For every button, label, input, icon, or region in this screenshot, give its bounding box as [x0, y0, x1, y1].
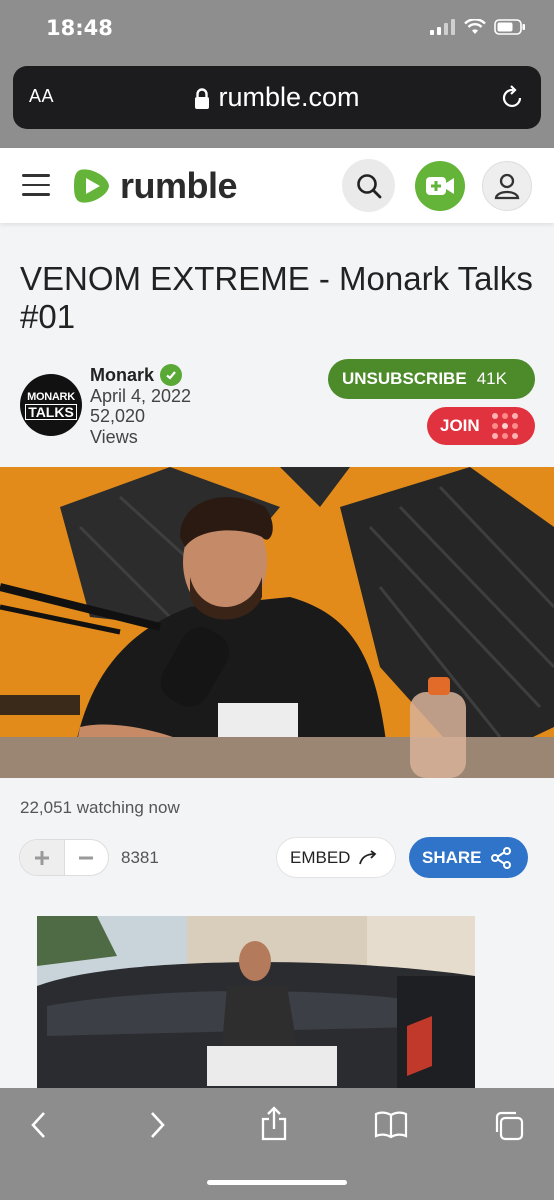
share-icon[interactable] — [260, 1106, 288, 1142]
downvote-button[interactable] — [65, 840, 109, 875]
home-indicator — [207, 1180, 347, 1185]
video-title: VENOM EXTREME - Monark Talks #01 — [20, 260, 533, 335]
rumble-logo[interactable]: rumble — [70, 164, 238, 208]
url-text: rumble.com — [218, 82, 360, 112]
subscriber-count: 41K — [476, 369, 507, 388]
locals-logo-icon — [491, 413, 518, 439]
signal-icon — [430, 19, 455, 35]
camera-plus-icon — [426, 177, 454, 195]
channel-name[interactable]: Monark — [90, 364, 183, 386]
reload-icon[interactable] — [501, 84, 525, 110]
share-button[interactable]: SHARE — [409, 837, 528, 878]
chevron-right-icon[interactable] — [146, 1110, 168, 1140]
rumble-logo-icon — [74, 169, 109, 203]
minus-icon — [79, 856, 94, 859]
address-bar[interactable]: AA rumble.com — [13, 66, 541, 129]
browser-top-chrome: 18:48 AA rumble.com — [0, 0, 554, 148]
lock-icon — [195, 88, 210, 109]
upload-button[interactable] — [415, 161, 465, 211]
tabs-icon[interactable] — [493, 1110, 525, 1142]
embed-button[interactable]: EMBED — [276, 837, 396, 878]
verified-icon — [160, 364, 183, 386]
status-icons — [430, 19, 526, 35]
recommended-video-thumbnail[interactable] — [37, 916, 475, 1096]
vote-count: 8381 — [121, 848, 159, 867]
account-button[interactable] — [482, 161, 532, 211]
hamburger-icon[interactable] — [22, 174, 50, 196]
book-icon[interactable] — [374, 1110, 408, 1140]
user-icon — [494, 173, 520, 200]
battery-icon — [494, 19, 525, 35]
search-icon — [356, 173, 381, 198]
wifi-icon — [464, 19, 486, 34]
site-header: rumble — [0, 148, 554, 223]
logo-text: rumble — [120, 165, 238, 206]
join-button[interactable]: JOIN — [427, 407, 535, 445]
channel-avatar[interactable]: MONARK TALKS — [20, 374, 82, 436]
video-player[interactable] — [0, 467, 554, 778]
url-display[interactable]: rumble.com — [13, 82, 541, 113]
video-frame-image — [0, 467, 554, 778]
thumbnail-image — [37, 916, 475, 1096]
unsubscribe-label: UNSUBSCRIBE — [342, 369, 467, 388]
share-label: SHARE — [422, 847, 482, 867]
search-button[interactable] — [342, 159, 395, 212]
embed-arrow-icon — [359, 849, 377, 864]
chevron-left-icon[interactable] — [28, 1110, 50, 1140]
vote-control — [19, 839, 109, 876]
join-label: JOIN — [440, 416, 480, 435]
watching-now-count: 22,051 watching now — [20, 798, 180, 817]
embed-label: EMBED — [290, 847, 351, 867]
unsubscribe-button[interactable]: UNSUBSCRIBE 41K — [328, 359, 535, 399]
plus-icon — [34, 850, 49, 865]
view-count: 52,020 Views — [90, 406, 146, 447]
share-nodes-icon — [490, 846, 511, 869]
upvote-button[interactable] — [20, 840, 65, 875]
upload-date: April 4, 2022 — [90, 386, 192, 406]
status-time: 18:48 — [46, 16, 113, 40]
